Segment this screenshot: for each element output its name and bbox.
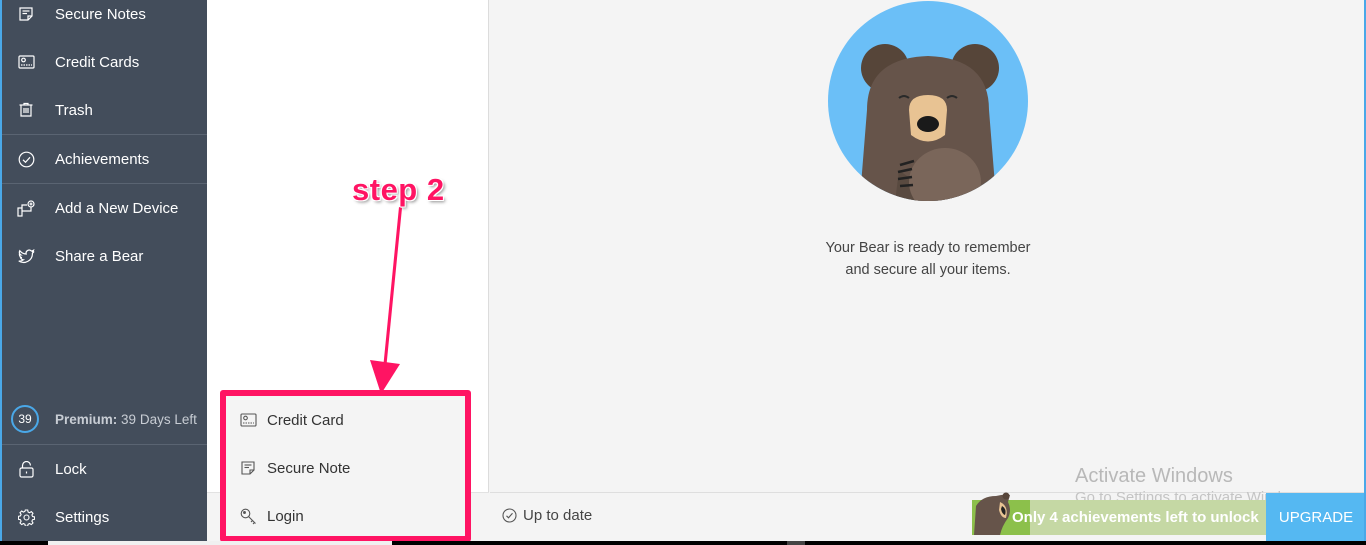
sidebar-item-label: Add a New Device <box>55 199 179 217</box>
sync-status-text: Up to date <box>523 507 593 524</box>
sidebar-item-secure-notes[interactable]: Secure Notes <box>2 0 207 38</box>
premium-value: 39 Days Left <box>121 411 197 427</box>
check-circle-icon <box>502 508 517 523</box>
empty-state-line: and secure all your items. <box>845 262 1011 278</box>
sidebar-item-label: Achievements <box>55 150 150 168</box>
premium-status[interactable]: 39 Premium: 39 Days Left <box>2 395 207 443</box>
taskbar-segment <box>787 541 805 545</box>
credit-card-icon <box>238 410 258 430</box>
achievement-text: Only 4 achievements left to unlock <box>1012 509 1259 526</box>
add-menu-item-label: Credit Card <box>267 411 344 429</box>
empty-state-line: Your Bear is ready to remember <box>825 240 1031 256</box>
lock-label: Lock <box>55 460 87 478</box>
sidebar-item-trash[interactable]: Trash <box>2 86 207 134</box>
add-menu-item-label: Login <box>267 507 304 525</box>
sidebar: Secure Notes Credit Cards Trash Achievem… <box>2 0 207 541</box>
add-menu-item-login[interactable]: Login <box>226 492 465 540</box>
check-circle-icon <box>16 149 36 169</box>
lock-button[interactable]: Lock <box>2 445 207 493</box>
sidebar-item-label: Share a Bear <box>55 247 144 265</box>
settings-button[interactable]: Settings <box>2 493 207 541</box>
trash-icon <box>16 100 36 120</box>
achievement-banner[interactable]: Only 4 achievements left to unlock <box>972 492 1266 535</box>
settings-label: Settings <box>55 508 110 526</box>
sidebar-item-credit-cards[interactable]: Credit Cards <box>2 38 207 86</box>
sidebar-item-share-bear[interactable]: Share a Bear <box>2 232 207 280</box>
lock-icon <box>16 459 36 479</box>
sidebar-item-achievements[interactable]: Achievements <box>2 135 207 183</box>
sidebar-item-add-device[interactable]: Add a New Device <box>2 184 207 232</box>
main-content: Your Bear is ready to remember and secur… <box>490 0 1364 541</box>
sidebar-item-label: Trash <box>55 101 93 119</box>
empty-state-message: Your Bear is ready to remember and secur… <box>778 237 1078 281</box>
premium-days-badge: 39 <box>11 405 39 433</box>
add-device-icon <box>16 198 36 218</box>
add-item-menu: Credit Card Secure Note Login <box>220 390 471 541</box>
credit-card-icon <box>16 52 36 72</box>
key-icon <box>238 506 258 526</box>
premium-label: Premium: <box>55 411 118 427</box>
app-window: Secure Notes Credit Cards Trash Achievem… <box>0 0 1366 541</box>
premium-text: Premium: 39 Days Left <box>55 412 197 427</box>
add-menu-item-label: Secure Note <box>267 459 351 477</box>
sync-status: Up to date <box>502 507 592 524</box>
roaring-bear-icon <box>974 492 1010 535</box>
secure-note-icon <box>16 4 36 24</box>
sidebar-item-label: Secure Notes <box>55 5 146 23</box>
taskbar-segment <box>48 541 392 545</box>
annotation-arrow <box>370 207 402 394</box>
twitter-bird-icon <box>16 246 36 266</box>
secure-note-icon <box>238 458 258 478</box>
upgrade-button[interactable]: UPGRADE <box>1266 493 1364 541</box>
gear-icon <box>16 507 36 527</box>
sidebar-item-label: Credit Cards <box>55 53 140 71</box>
bear-avatar <box>828 1 1028 201</box>
taskbar-strip <box>0 541 1366 545</box>
activate-windows-title: Activate Windows <box>1075 465 1233 487</box>
add-menu-item-credit-card[interactable]: Credit Card <box>226 396 465 444</box>
annotation-step-label: step 2 <box>352 172 445 207</box>
add-menu-item-secure-note[interactable]: Secure Note <box>226 444 465 492</box>
